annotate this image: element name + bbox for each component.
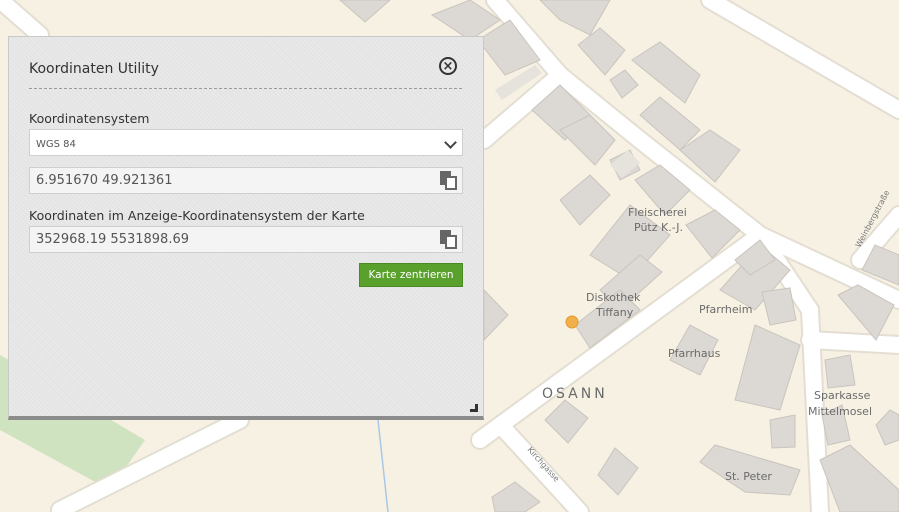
display-coords-value: 352968.19 5531898.69 <box>36 232 190 247</box>
close-icon[interactable]: × <box>439 57 457 75</box>
coord-system-selected: WGS 84 <box>36 139 76 150</box>
chevron-down-icon <box>444 136 457 149</box>
label-fleischerei-1: Fleischerei <box>628 206 687 219</box>
panel-title: Koordinaten Utility <box>29 61 159 77</box>
label-fleischerei-2: Pütz K.-J. <box>634 221 683 234</box>
copy-icon[interactable] <box>439 171 459 191</box>
label-disko-2: Tiffany <box>595 306 634 319</box>
copy-icon[interactable] <box>439 230 459 250</box>
display-coords-label: Koordinaten im Anzeige-Koordinatensystem… <box>29 208 365 223</box>
coord-system-label: Koordinatensystem <box>29 111 150 126</box>
center-map-button[interactable]: Karte zentrieren <box>359 263 463 287</box>
coordinate-utility-panel: Koordinaten Utility × Koordinatensystem … <box>8 36 484 420</box>
label-osann: OSANN <box>542 386 608 402</box>
label-pfarrheim: Pfarrheim <box>699 303 752 316</box>
coords-field[interactable]: 6.951670 49.921361 <box>29 167 463 194</box>
coords-value: 6.951670 49.921361 <box>36 173 173 188</box>
label-disko-1: Diskothek <box>586 291 641 304</box>
label-sparkasse-1: Sparkasse <box>814 389 871 402</box>
display-coords-field[interactable]: 352968.19 5531898.69 <box>29 226 463 253</box>
label-stpeter: St. Peter <box>725 470 772 483</box>
title-divider <box>29 88 462 89</box>
resize-handle-icon[interactable] <box>470 404 478 412</box>
label-sparkasse-2: Mittelmosel <box>808 405 872 418</box>
coord-system-select[interactable]: WGS 84 <box>29 129 463 156</box>
label-pfarrhaus: Pfarrhaus <box>668 347 721 360</box>
location-marker[interactable] <box>565 315 579 329</box>
